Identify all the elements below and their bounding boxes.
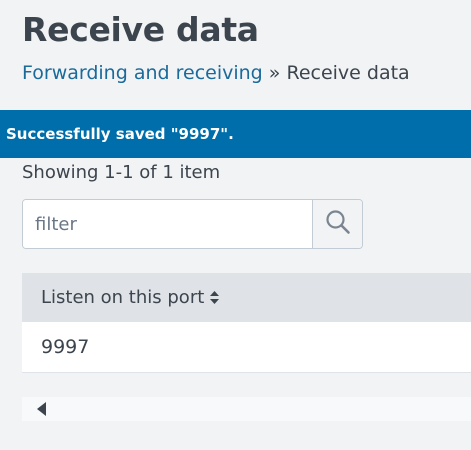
success-message: Successfully saved "9997".: [6, 125, 234, 143]
breadcrumb-link-forwarding-receiving[interactable]: Forwarding and receiving: [22, 62, 263, 84]
column-header-label: Listen on this port: [41, 287, 205, 308]
search-button[interactable]: [312, 200, 362, 248]
sort-icon: [210, 291, 220, 304]
caret-left-icon[interactable]: [34, 402, 48, 416]
horizontal-scrollbar[interactable]: [22, 397, 471, 421]
success-banner: Successfully saved "9997".: [0, 110, 471, 158]
column-header-listen-port[interactable]: Listen on this port: [22, 273, 471, 322]
filter-input[interactable]: [23, 200, 312, 248]
item-count: Showing 1-1 of 1 item: [22, 162, 221, 183]
port-cell: 9997: [41, 336, 90, 358]
search-icon: [325, 209, 351, 239]
table-row: 9997: [22, 322, 471, 373]
filter-box: [22, 199, 363, 249]
ports-table: Listen on this port 9997: [22, 273, 471, 373]
breadcrumb-current: Receive data: [286, 62, 410, 84]
breadcrumb: Forwarding and receiving » Receive data: [22, 62, 410, 84]
breadcrumb-separator: »: [268, 62, 281, 84]
page-title: Receive data: [22, 10, 259, 49]
page: Receive data Forwarding and receiving » …: [0, 0, 471, 450]
